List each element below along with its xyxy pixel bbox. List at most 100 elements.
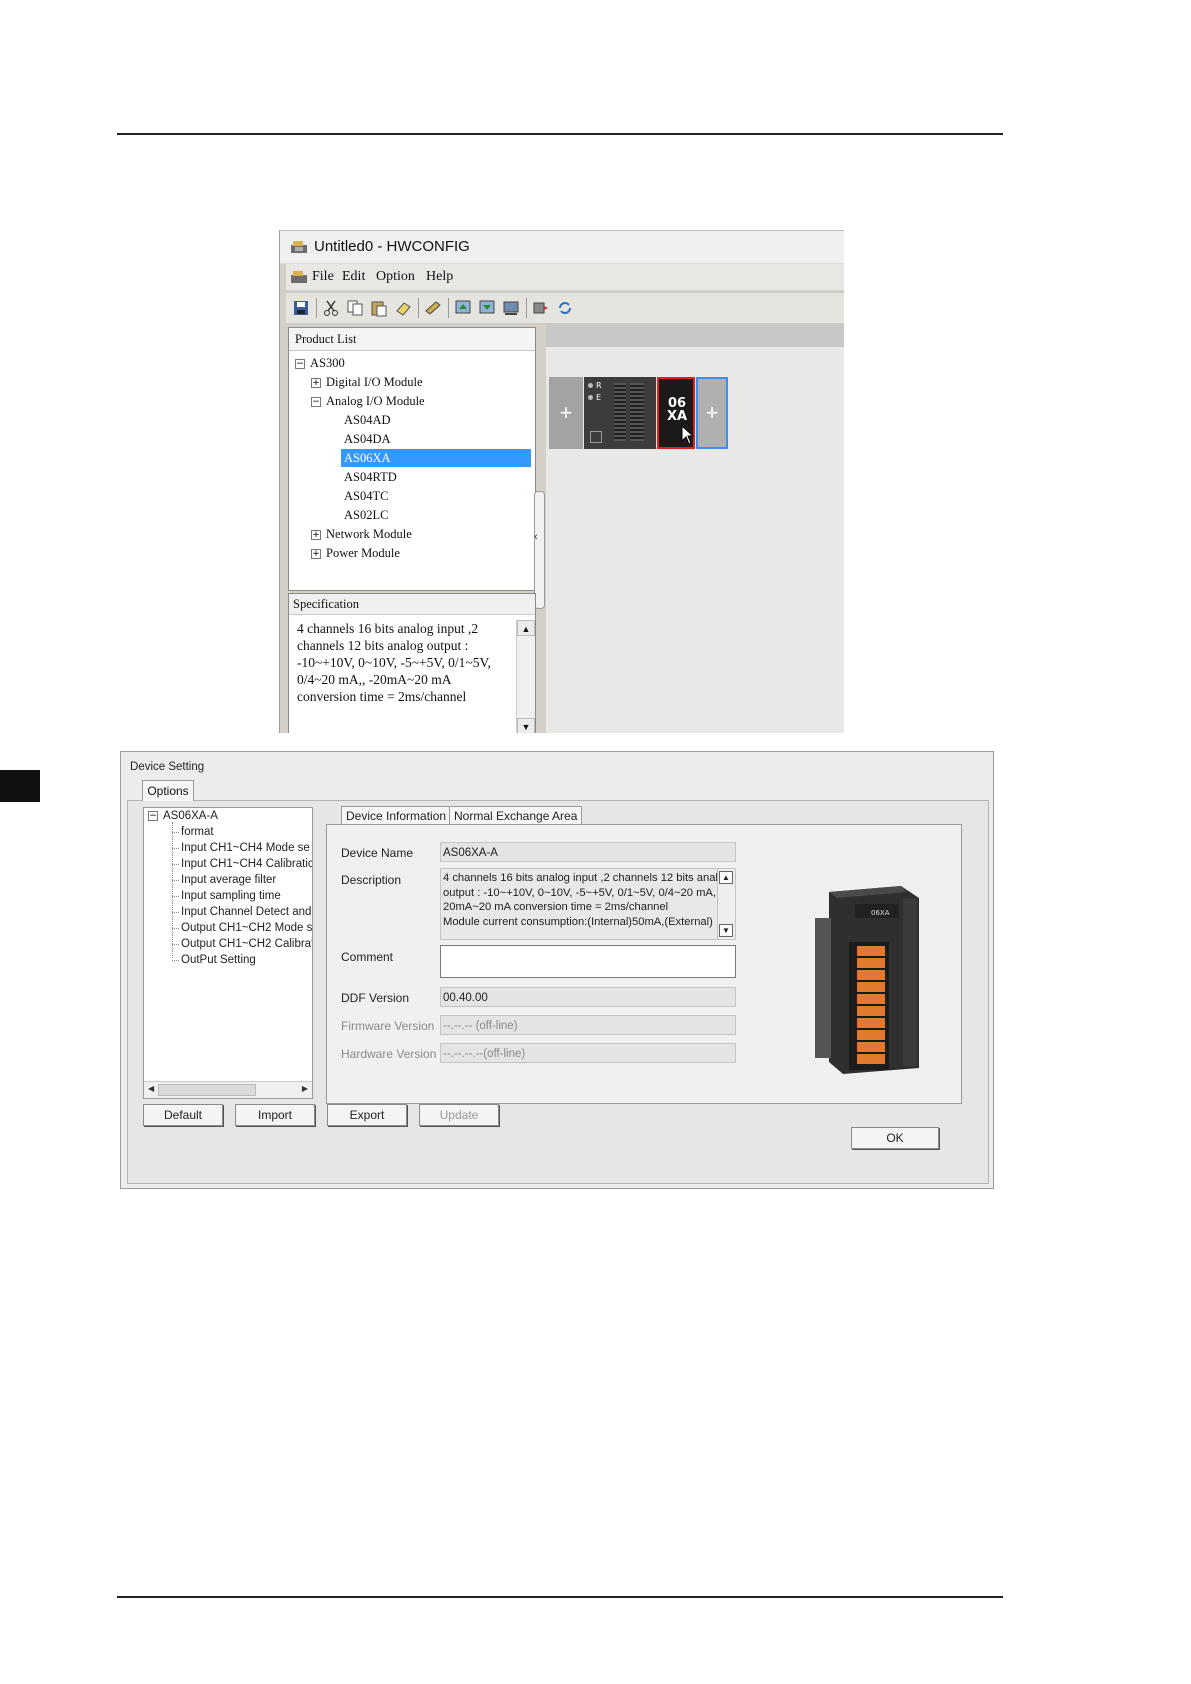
description-field[interactable]: 4 channels 16 bits analog input ,2 chann… xyxy=(440,868,736,940)
cpu-port xyxy=(590,431,602,443)
tree-item-as02lc[interactable]: AS02LC xyxy=(344,506,388,524)
hwconfig-menubar: File Edit Option Help xyxy=(286,264,844,290)
tree-item-output-setting[interactable]: OutPut Setting xyxy=(181,952,256,968)
collapse-icon[interactable]: − xyxy=(148,810,158,821)
tree-node-as06xa-a[interactable]: − AS06XA-A xyxy=(148,808,218,824)
chevron-left-icon[interactable]: ‹ xyxy=(534,531,538,543)
cpu-terminal-block xyxy=(614,383,626,441)
expand-icon[interactable]: + xyxy=(311,530,321,541)
tree-item-input-calibration[interactable]: Input CH1~CH4 Calibratic xyxy=(181,856,312,872)
tree-node-network[interactable]: + Network Module xyxy=(311,525,412,543)
module-label: 06 XA xyxy=(667,396,688,424)
menu-help[interactable]: Help xyxy=(426,264,453,290)
menu-app-icon[interactable] xyxy=(290,269,308,284)
copy-icon[interactable] xyxy=(346,299,364,317)
menu-edit[interactable]: Edit xyxy=(342,264,365,290)
tab-options[interactable]: Options xyxy=(142,780,194,801)
scroll-left-icon[interactable]: ◀ xyxy=(148,1084,154,1093)
led-label-e: E xyxy=(596,393,602,402)
scan-icon[interactable] xyxy=(424,299,442,317)
import-button[interactable]: Import xyxy=(235,1104,315,1126)
ok-button[interactable]: OK xyxy=(851,1127,939,1149)
tree-item-output-calibration[interactable]: Output CH1~CH2 Calibrat xyxy=(181,936,312,952)
comment-input[interactable] xyxy=(440,945,736,978)
tree-node-digital-io[interactable]: + Digital I/O Module xyxy=(311,373,423,391)
tree-item-input-mode[interactable]: Input CH1~CH4 Mode se xyxy=(181,840,310,856)
tree-item-output-mode[interactable]: Output CH1~CH2 Mode s xyxy=(181,920,312,936)
tree-guide-line xyxy=(172,864,179,865)
firmware-version-field: --.--.-- (off-line) xyxy=(440,1015,736,1035)
paste-icon[interactable] xyxy=(370,299,388,317)
add-left-slot[interactable]: + xyxy=(549,377,583,449)
tree-item-as04rtd[interactable]: AS04RTD xyxy=(344,468,397,486)
tree-node-power[interactable]: + Power Module xyxy=(311,544,400,562)
hwconfig-title: Untitled0 - HWCONFIG xyxy=(314,238,470,255)
tree-guide-line xyxy=(172,944,179,945)
device-setting-title: Device Setting xyxy=(130,761,205,773)
tree-guide-line xyxy=(172,848,179,849)
tree-item-input-average-filter[interactable]: Input average filter xyxy=(181,872,276,888)
device-name-label: Device Name xyxy=(341,846,414,860)
firmware-version-label: Firmware Version xyxy=(341,1019,435,1033)
tree-item-as04tc[interactable]: AS04TC xyxy=(344,487,388,505)
specification-header: Specification xyxy=(289,594,535,615)
tree-item-input-channel-detect[interactable]: Input Channel Detect and xyxy=(181,904,311,920)
download-icon[interactable] xyxy=(478,299,496,317)
save-icon[interactable] xyxy=(292,299,310,317)
tree-guide-line xyxy=(172,880,179,881)
io-icon[interactable] xyxy=(532,299,550,317)
tab-device-information[interactable]: Device Information xyxy=(341,806,452,825)
device-setting-dialog: Device Setting Options − AS06XA-A format … xyxy=(120,751,994,1189)
cpu-terminal-block xyxy=(630,383,644,441)
tree-item-format[interactable]: format xyxy=(181,824,214,840)
expand-icon[interactable]: + xyxy=(311,549,321,560)
tree-item-as04ad[interactable]: AS04AD xyxy=(344,411,391,429)
footer-rule xyxy=(117,1596,1003,1598)
tab-normal-exchange-area[interactable]: Normal Exchange Area xyxy=(449,806,583,825)
upload-icon[interactable] xyxy=(454,299,472,317)
tree-node-as300[interactable]: − AS300 xyxy=(295,354,345,372)
expand-icon[interactable]: + xyxy=(311,378,321,389)
tree-guide-line xyxy=(172,960,179,961)
export-button[interactable]: Export xyxy=(327,1104,407,1126)
cpu-module[interactable]: R E xyxy=(584,377,656,449)
tree-node-analog-io[interactable]: − Analog I/O Module xyxy=(311,392,425,410)
tree-guide-line xyxy=(172,912,179,913)
device-name-field: AS06XA-A xyxy=(440,842,736,862)
menu-file[interactable]: File xyxy=(312,264,334,290)
description-label: Description xyxy=(341,873,402,887)
scroll-up-icon[interactable]: ▲ xyxy=(517,620,535,636)
scrollbar-thumb[interactable] xyxy=(158,1084,256,1096)
as06xa-module-slot[interactable]: 06 XA xyxy=(657,377,695,449)
collapse-icon[interactable]: − xyxy=(311,397,321,408)
default-button[interactable]: Default xyxy=(143,1104,223,1126)
description-line: 4 channels 16 bits analog input ,2 chann… xyxy=(443,872,731,884)
specification-panel: Specification 4 channels 16 bits analog … xyxy=(288,593,536,733)
tree-item-input-sampling-time[interactable]: Input sampling time xyxy=(181,888,281,904)
scroll-down-icon[interactable]: ▼ xyxy=(719,924,733,937)
tree-horizontal-scrollbar[interactable]: ◀ ▶ xyxy=(144,1081,312,1098)
scroll-up-icon[interactable]: ▲ xyxy=(719,871,733,884)
menu-option[interactable]: Option xyxy=(376,264,415,290)
update-button[interactable]: Update xyxy=(419,1104,499,1126)
specification-scrollbar[interactable]: ▲ ▼ xyxy=(516,620,535,733)
module-product-image: 06XA xyxy=(815,886,919,1074)
panel-splitter[interactable] xyxy=(534,491,545,609)
toolbar-separator xyxy=(316,298,317,318)
erase-icon[interactable] xyxy=(394,299,412,317)
collapse-icon[interactable]: − xyxy=(295,359,305,370)
hardware-version-field: --.--.--.--(off-line) xyxy=(440,1043,736,1063)
scroll-right-icon[interactable]: ▶ xyxy=(302,1084,308,1093)
add-right-slot[interactable]: + xyxy=(696,377,728,449)
chapter-tab-marker xyxy=(0,770,40,802)
cut-icon[interactable] xyxy=(322,299,340,317)
online-icon[interactable] xyxy=(502,299,520,317)
tree-item-as06xa-selected[interactable]: AS06XA xyxy=(341,449,531,467)
description-line: output : -10~+10V, 0~10V, -5~+5V, 0/1~5V… xyxy=(443,886,726,899)
tree-guide-line xyxy=(172,822,173,958)
tree-item-as04da[interactable]: AS04DA xyxy=(344,430,391,448)
scroll-down-icon[interactable]: ▼ xyxy=(517,718,535,733)
description-scrollbar[interactable]: ▲ ▼ xyxy=(717,869,735,939)
product-list-panel: Product List − AS300 + Digital I/O Module … xyxy=(288,327,536,591)
sync-icon[interactable] xyxy=(556,299,574,317)
